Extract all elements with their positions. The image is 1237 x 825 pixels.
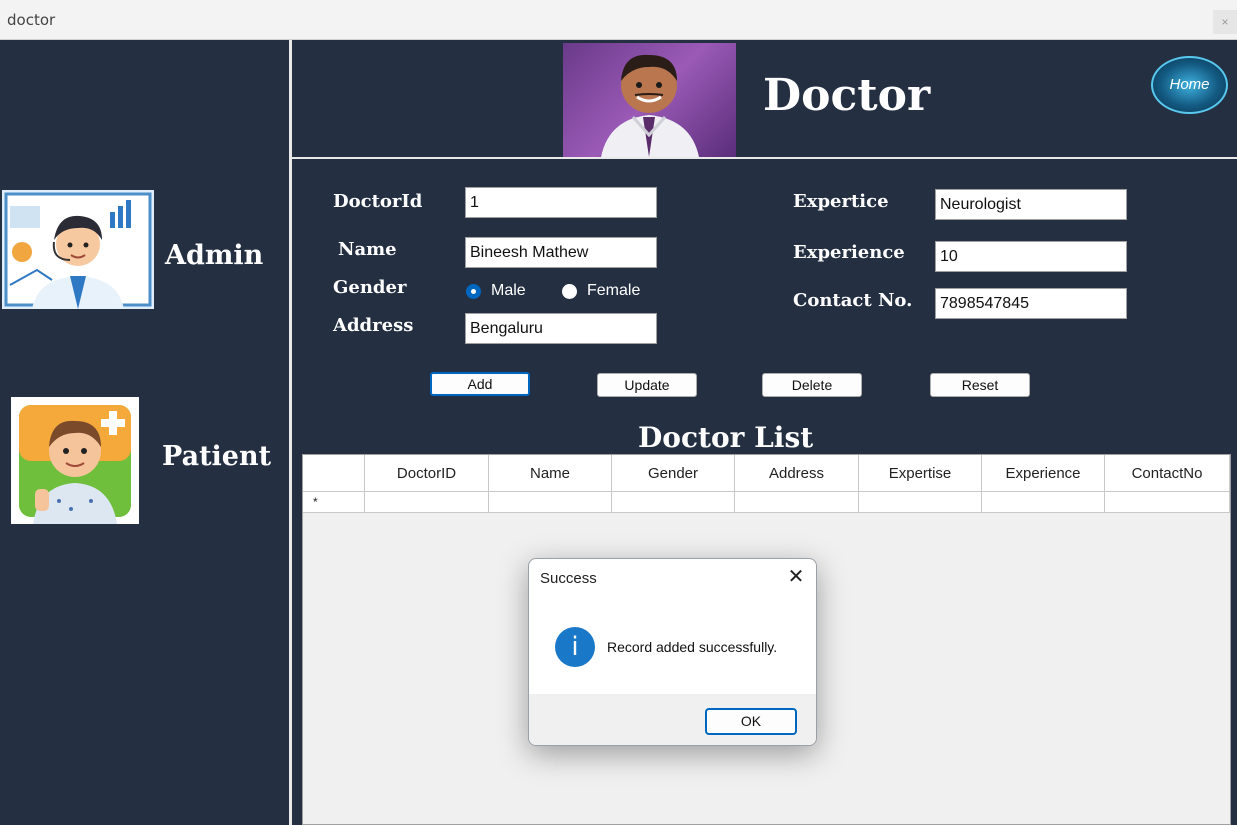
experience-field[interactable]: 10 bbox=[935, 241, 1127, 272]
info-icon: i bbox=[555, 627, 595, 667]
label-expertice: Expertice bbox=[793, 191, 889, 212]
expertice-field[interactable]: Neurologist bbox=[935, 189, 1127, 220]
window-titlebar: doctor × bbox=[0, 0, 1237, 40]
doctor-id-field[interactable]: 1 bbox=[465, 187, 657, 218]
label-address: Address bbox=[333, 315, 414, 336]
label-doctor-id: DoctorId bbox=[333, 191, 423, 212]
ok-button[interactable]: OK bbox=[705, 708, 797, 735]
success-dialog: Success ✕ i Record added successfully. O… bbox=[528, 558, 817, 746]
table-row[interactable]: * bbox=[303, 492, 1230, 513]
gender-radio-male[interactable]: Male bbox=[466, 282, 526, 300]
column-header[interactable]: ContactNo bbox=[1105, 455, 1230, 492]
sidebar-item-admin[interactable]: Admin bbox=[165, 240, 263, 271]
label-gender: Gender bbox=[333, 277, 407, 298]
add-button[interactable]: Add bbox=[430, 372, 530, 396]
dialog-message: Record added successfully. bbox=[607, 639, 778, 655]
header-divider bbox=[292, 157, 1237, 159]
window-title: doctor bbox=[7, 11, 56, 29]
label-name: Name bbox=[338, 239, 397, 260]
gender-male-label: Male bbox=[491, 282, 526, 299]
table-cell[interactable] bbox=[1105, 492, 1230, 513]
column-header[interactable]: Experience bbox=[982, 455, 1105, 492]
column-header[interactable]: DoctorID bbox=[365, 455, 489, 492]
table-cell[interactable] bbox=[982, 492, 1105, 513]
gender-female-label: Female bbox=[587, 282, 641, 299]
address-field[interactable]: Bengaluru bbox=[465, 313, 657, 344]
table-cell[interactable] bbox=[489, 492, 612, 513]
label-contact: Contact No. bbox=[793, 290, 913, 311]
column-header[interactable]: Name bbox=[489, 455, 612, 492]
column-header[interactable]: Address bbox=[735, 455, 859, 492]
grid-header: DoctorID Name Gender Address Expertise E… bbox=[303, 455, 1230, 492]
grid-row-header-corner bbox=[303, 455, 365, 492]
table-cell[interactable] bbox=[735, 492, 859, 513]
doctor-avatar bbox=[563, 43, 736, 157]
table-cell[interactable] bbox=[859, 492, 982, 513]
admin-avatar-icon[interactable] bbox=[2, 190, 154, 309]
radio-checked-icon bbox=[466, 283, 481, 299]
label-experience: Experience bbox=[793, 242, 905, 263]
table-cell[interactable] bbox=[365, 492, 489, 513]
page-title: Doctor bbox=[763, 70, 931, 121]
sidebar-item-patient[interactable]: Patient bbox=[162, 441, 271, 472]
column-header[interactable]: Gender bbox=[612, 455, 735, 492]
radio-unchecked-icon bbox=[562, 283, 577, 299]
new-row-marker[interactable]: * bbox=[303, 492, 365, 513]
gender-radio-female[interactable]: Female bbox=[562, 282, 640, 300]
dialog-close-button[interactable]: ✕ bbox=[784, 565, 808, 589]
patient-avatar-icon[interactable] bbox=[11, 397, 139, 524]
reset-button[interactable]: Reset bbox=[930, 373, 1030, 397]
column-header[interactable]: Expertise bbox=[859, 455, 982, 492]
window-close-button[interactable]: × bbox=[1213, 10, 1237, 34]
update-button[interactable]: Update bbox=[597, 373, 697, 397]
name-field[interactable]: Bineesh Mathew bbox=[465, 237, 657, 268]
doctor-list-title: Doctor List bbox=[638, 421, 814, 454]
contact-field[interactable]: 7898547845 bbox=[935, 288, 1127, 319]
dialog-title: Success bbox=[540, 570, 597, 587]
home-button[interactable]: Home bbox=[1151, 56, 1228, 114]
delete-button[interactable]: Delete bbox=[762, 373, 862, 397]
table-cell[interactable] bbox=[612, 492, 735, 513]
